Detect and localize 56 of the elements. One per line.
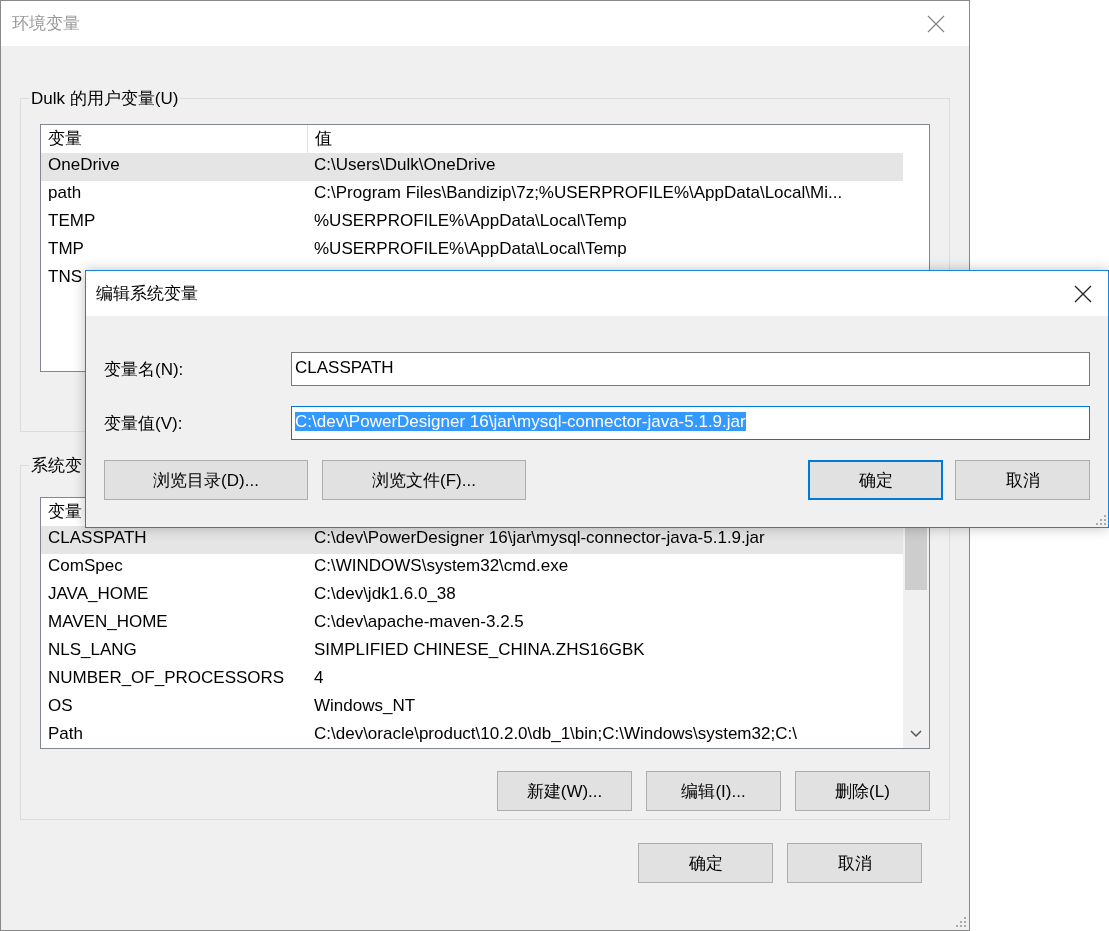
list-row[interactable]: TEMP %USERPROFILE%\AppData\Local\Temp <box>41 209 903 237</box>
dialog-button[interactable]: 取消 <box>955 460 1090 500</box>
variable-name: NLS_LANG <box>48 640 137 660</box>
dialog-button[interactable]: 确定 <box>808 460 943 500</box>
variable-value: 4 <box>314 668 324 688</box>
variable-name: JAVA_HOME <box>48 584 149 604</box>
variable-value: %USERPROFILE%\AppData\Local\Temp <box>314 239 627 259</box>
list-row[interactable]: ComSpec C:\WINDOWS\system32\cmd.exe <box>41 554 903 582</box>
variable-value: C:\dev\oracle\product\10.2.0\db_1\bin;C:\Windows\system32;C:\ <box>314 724 797 744</box>
list-row[interactable]: TMP %USERPROFILE%\AppData\Local\Temp <box>41 237 903 265</box>
list-row[interactable]: path C:\Program Files\Bandizip\7z;%USERPROFILE%\AppData\Local\Mi... <box>41 181 903 209</box>
list-row[interactable]: NLS_LANG SIMPLIFIED CHINESE_CHINA.ZHS16GBK <box>41 638 903 666</box>
variable-value: C:\dev\apache-maven-3.2.5 <box>314 612 524 632</box>
variable-name: OneDrive <box>48 155 120 175</box>
column-header[interactable]: 值 <box>308 125 332 153</box>
variable-value: C:\dev\PowerDesigner 16\jar\mysql-connector-java-5.1.9.jar <box>314 528 765 548</box>
variable-name: TEMP <box>48 211 96 231</box>
variable-value: Windows_NT <box>314 696 416 716</box>
variable-value: C:\Program Files\Bandizip\7z;%USERPROFILE%\AppData\Local\Mi... <box>314 183 843 203</box>
variable-name: NUMBER_OF_PROCESSORS <box>48 668 285 688</box>
list-row[interactable]: MAVEN_HOME C:\dev\apache-maven-3.2.5 <box>41 610 903 638</box>
window-title: 环境变量 <box>12 13 80 35</box>
input-field[interactable]: CLASSPATH <box>291 352 1090 386</box>
dialog-button[interactable]: 确定 <box>638 843 773 883</box>
list-row[interactable]: CLASSPATH C:\dev\PowerDesigner 16\jar\mysql-connector-java-5.1.9.jar <box>41 526 903 554</box>
group-label: 系统变 <box>31 456 82 475</box>
list-action-button[interactable]: 删除(L) <box>795 771 930 811</box>
variable-name: MAVEN_HOME <box>48 612 168 632</box>
list-row[interactable]: OS Windows_NT <box>41 694 903 722</box>
dialog-button[interactable]: 取消 <box>787 843 922 883</box>
variable-name: OS <box>48 696 73 716</box>
close-icon[interactable] <box>1074 284 1092 303</box>
variable-value: SIMPLIFIED CHINESE_CHINA.ZHS16GBK <box>314 640 645 660</box>
variable-name: ComSpec <box>48 556 123 576</box>
field-label: 变量名(N): <box>104 358 185 381</box>
resize-grip-icon[interactable] <box>1095 514 1107 526</box>
list-action-button[interactable]: 编辑(I)... <box>646 771 781 811</box>
group-label: Dulk 的用户变量(U) <box>31 89 179 108</box>
resize-grip-icon[interactable] <box>955 916 967 928</box>
dialog-title: 编辑系统变量 <box>96 283 198 305</box>
field-label: 变量值(V): <box>104 412 184 435</box>
variable-value: C:\WINDOWS\system32\cmd.exe <box>314 556 569 576</box>
variable-name: path <box>48 183 82 203</box>
variable-value: C:\Users\Dulk\OneDrive <box>314 155 496 175</box>
list-action-button[interactable]: 新建(W)... <box>497 771 632 811</box>
variable-name: CLASSPATH <box>48 528 147 548</box>
list-row[interactable]: NUMBER_OF_PROCESSORS 4 <box>41 666 903 694</box>
variable-name: TMP <box>48 239 84 259</box>
variable-name: Path <box>48 724 83 744</box>
browse-button[interactable]: 浏览目录(D)... <box>104 460 308 500</box>
browse-button[interactable]: 浏览文件(F)... <box>322 460 526 500</box>
list-row[interactable]: OneDrive C:\Users\Dulk\OneDrive <box>41 153 903 181</box>
list-row[interactable]: Path C:\dev\oracle\product\10.2.0\db_1\bin;C:\Windows\system32;C:\ <box>41 722 903 748</box>
variable-value: C:\dev\jdk1.6.0_38 <box>314 584 456 604</box>
list-row[interactable]: JAVA_HOME C:\dev\jdk1.6.0_38 <box>41 582 903 610</box>
variable-value: %USERPROFILE%\AppData\Local\Temp <box>314 211 627 231</box>
